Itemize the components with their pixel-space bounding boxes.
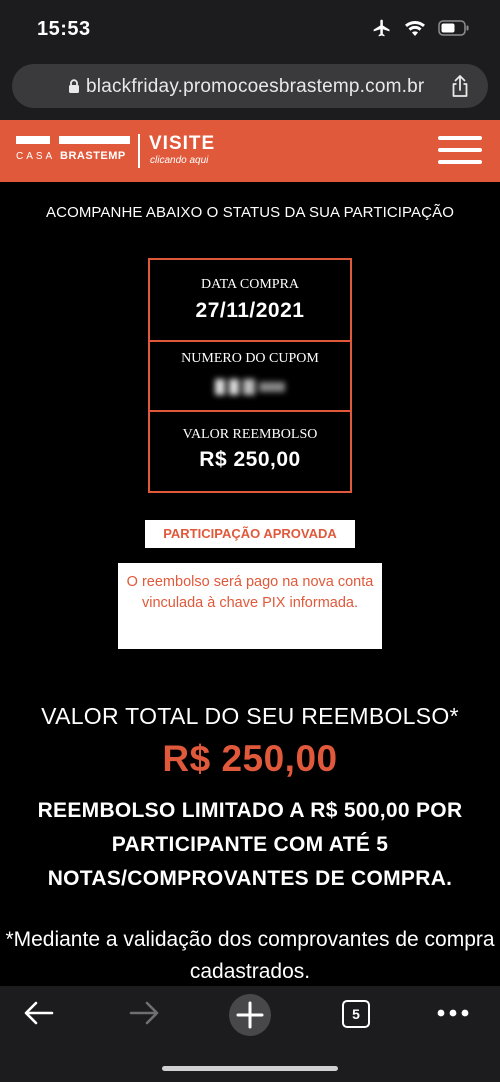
status-message: O reembolso será pago na nova conta vinc… <box>118 563 382 649</box>
clicando-aqui-link[interactable]: clicando aqui <box>150 155 208 166</box>
refund-value-amount: R$ 250,00 <box>199 448 301 471</box>
total-refund-label: VALOR TOTAL DO SEU REEMBOLSO* <box>41 703 459 729</box>
logo-bar-left <box>16 136 50 144</box>
tab-count: 5 <box>352 1006 360 1022</box>
share-icon[interactable] <box>450 74 470 98</box>
casa-brastemp-logo[interactable]: CASA BRASTEMP <box>16 136 130 166</box>
lock-icon <box>69 79 79 93</box>
wifi-icon <box>405 20 425 36</box>
status-bar: 15:53 <box>0 0 500 58</box>
status-headline: ACOMPANHE ABAIXO O STATUS DA SUA PARTICI… <box>46 204 454 221</box>
logo-bar-right <box>59 136 130 144</box>
site-header: CASA BRASTEMP VISITE clicando aqui <box>0 120 500 182</box>
coupon-number-label: NUMERO DO CUPOM <box>181 351 319 366</box>
purchase-date-value: 27/11/2021 <box>195 299 305 322</box>
hamburger-menu-icon[interactable] <box>438 136 482 164</box>
purchase-date-label: DATA COMPRA <box>200 277 300 292</box>
home-indicator <box>162 1066 338 1071</box>
browser-address-area: blackfriday.promocoesbrastemp.com.br <box>0 58 500 120</box>
refund-value-card: VALOR REEMBOLSO R$ 250,00 <box>148 410 352 493</box>
back-arrow-icon[interactable] <box>22 998 56 1028</box>
new-tab-plus-icon[interactable] <box>228 993 272 1037</box>
status-badge: PARTICIPAÇÃO APROVADA <box>145 520 355 548</box>
logo-casa-text: CASA <box>16 151 56 162</box>
total-refund-value: R$ 250,00 <box>162 738 338 779</box>
status-icons <box>372 18 470 38</box>
refund-limit-text: REEMBOLSO LIMITADO A R$ 500,00 POR PARTI… <box>37 799 463 890</box>
refund-value-label: VALOR REEMBOLSO <box>182 427 318 442</box>
more-options-icon[interactable] <box>436 1008 470 1018</box>
coupon-number-redacted <box>206 377 294 397</box>
logo-brand-text: BRASTEMP <box>60 150 126 162</box>
visite-link[interactable]: VISITE <box>149 133 215 155</box>
coupon-number-card: NUMERO DO CUPOM <box>148 340 352 412</box>
validation-footnote: *Mediante a validação dos comprovantes d… <box>5 928 495 983</box>
header-divider <box>138 134 140 168</box>
url-text: blackfriday.promocoesbrastemp.com.br <box>86 76 425 97</box>
airplane-mode-icon <box>373 19 390 37</box>
address-bar[interactable]: blackfriday.promocoesbrastemp.com.br <box>12 64 488 108</box>
battery-icon <box>438 20 469 36</box>
status-time: 15:53 <box>37 18 91 40</box>
tabs-button[interactable]: 5 <box>342 1000 370 1028</box>
purchase-date-card: DATA COMPRA 27/11/2021 <box>148 258 352 342</box>
forward-arrow-icon[interactable] <box>127 998 161 1028</box>
